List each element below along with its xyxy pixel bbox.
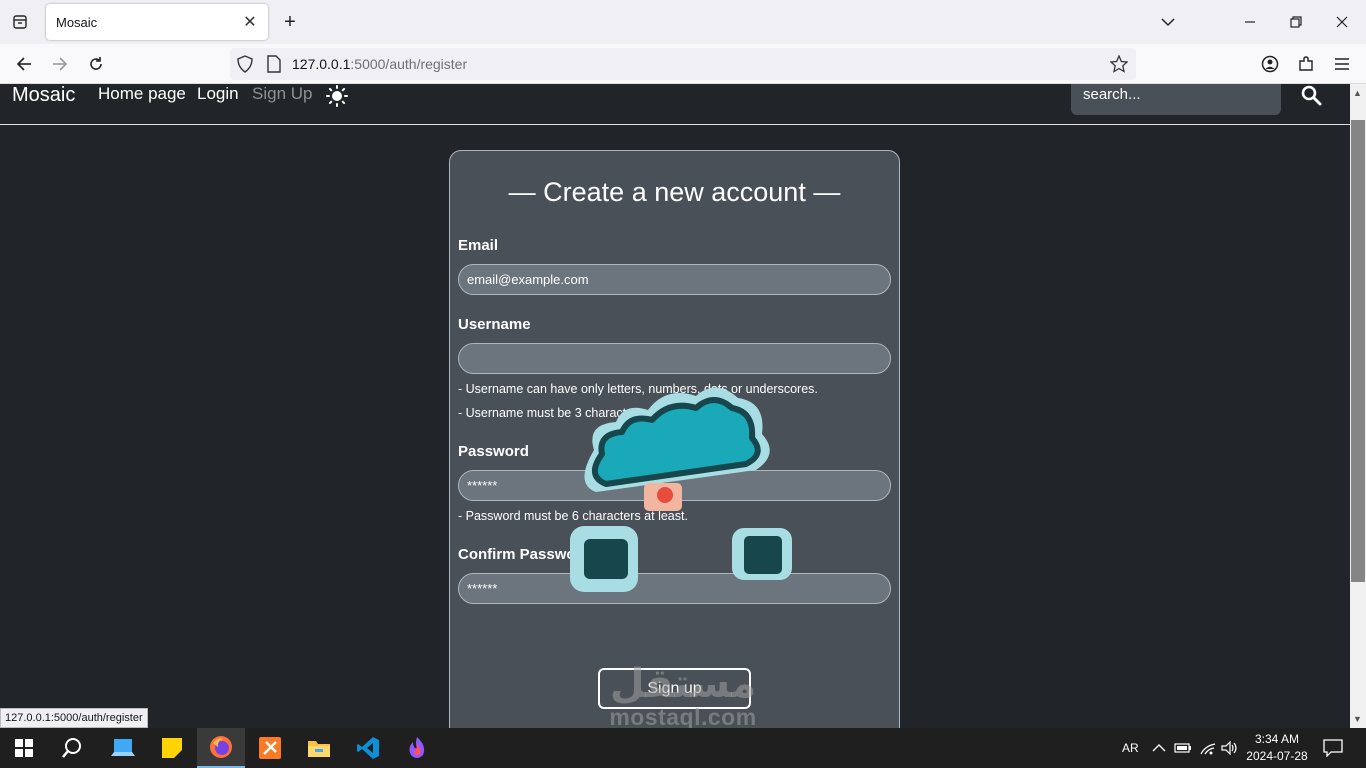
input-language[interactable]: AR: [1122, 728, 1139, 768]
laptop-app-icon[interactable]: [99, 728, 147, 768]
file-explorer-icon[interactable]: [295, 728, 343, 768]
site-navbar: Mosaic Home page Login Sign Up search...: [0, 84, 1350, 125]
firefox-icon[interactable]: [197, 728, 245, 768]
firefox-dev-icon[interactable]: [393, 728, 441, 768]
email-field[interactable]: email@example.com: [458, 264, 891, 295]
notification-icon[interactable]: [1323, 728, 1343, 768]
register-card: — Create a new account — Email email@exa…: [449, 150, 900, 728]
volume-icon[interactable]: [1221, 728, 1239, 768]
minimize-icon[interactable]: [1238, 10, 1262, 34]
page-icon[interactable]: [266, 55, 282, 78]
wifi-icon[interactable]: [1199, 728, 1217, 768]
account-icon[interactable]: [1258, 52, 1282, 76]
bookmark-star-icon[interactable]: [1109, 54, 1129, 78]
search-input[interactable]: search...: [1071, 84, 1281, 115]
confirm-password-label: Confirm Password: [458, 546, 591, 563]
shield-icon[interactable]: [236, 55, 254, 78]
tray-chevron-up-icon[interactable]: [1152, 728, 1166, 768]
scrollbar-thumb[interactable]: [1351, 120, 1365, 582]
extensions-icon[interactable]: [1294, 52, 1318, 76]
confirm-password-field[interactable]: ******: [458, 573, 891, 604]
address-bar[interactable]: 127.0.0.1:5000/auth/register: [230, 48, 1136, 80]
clock-time: 3:34 AM: [1254, 732, 1300, 746]
search-icon[interactable]: [1300, 84, 1324, 108]
form-title: — Create a new account —: [508, 177, 841, 207]
vscode-icon[interactable]: [344, 728, 392, 768]
site-brand[interactable]: Mosaic: [12, 84, 75, 107]
password-hint: - Password must be 6 characters at least…: [458, 509, 688, 523]
browser-toolbar: 127.0.0.1:5000/auth/register: [0, 44, 1366, 84]
theme-toggle-sun-icon[interactable]: [326, 85, 348, 107]
page-viewport: Mosaic Home page Login Sign Up search...…: [0, 84, 1350, 728]
tab-overflow-chevron-icon[interactable]: [1156, 10, 1180, 34]
close-window-icon[interactable]: [1330, 10, 1354, 34]
sticky-notes-icon[interactable]: [148, 728, 196, 768]
search-taskbar-icon[interactable]: [48, 728, 96, 768]
nav-home-link[interactable]: Home page: [98, 84, 186, 104]
signup-button[interactable]: Sign up: [598, 668, 751, 709]
new-tab-icon[interactable]: +: [278, 10, 302, 34]
username-hint-length: - Username must be 3 characters at least…: [458, 406, 691, 420]
email-label: Email: [458, 237, 499, 254]
password-field[interactable]: ******: [458, 470, 891, 501]
username-field[interactable]: [458, 343, 891, 374]
restore-icon[interactable]: [1284, 10, 1308, 34]
link-status-tooltip: 127.0.0.1:5000/auth/register: [0, 708, 148, 728]
clock-date: 2024-07-28: [1246, 749, 1308, 763]
browser-tab[interactable]: Mosaic ✕: [46, 4, 268, 40]
nav-signup-link[interactable]: Sign Up: [252, 84, 312, 104]
url-text[interactable]: 127.0.0.1:5000/auth/register: [292, 56, 467, 72]
battery-icon[interactable]: [1174, 728, 1192, 768]
username-hint-chars: - Username can have only letters, number…: [458, 382, 818, 396]
browser-tab-bar: Mosaic ✕ +: [0, 0, 1366, 44]
system-clock[interactable]: 3:34 AM 2024-07-28: [1240, 731, 1314, 765]
start-windows-icon[interactable]: [0, 728, 48, 768]
tab-title: Mosaic: [56, 14, 98, 30]
menu-icon[interactable]: [1330, 52, 1354, 76]
forward-arrow-icon[interactable]: [48, 52, 72, 76]
nav-login-link[interactable]: Login: [197, 84, 239, 104]
password-label: Password: [458, 443, 529, 460]
tab-list-icon[interactable]: [8, 10, 32, 34]
back-arrow-icon[interactable]: [12, 52, 36, 76]
reload-icon[interactable]: [84, 52, 108, 76]
close-tab-icon[interactable]: ✕: [240, 12, 260, 32]
page-scrollbar[interactable]: ▲ ▼: [1350, 84, 1366, 728]
username-label: Username: [458, 316, 531, 333]
xampp-icon[interactable]: [246, 728, 294, 768]
windows-taskbar: AR 3:34 AM 2024-07-28: [0, 728, 1366, 768]
